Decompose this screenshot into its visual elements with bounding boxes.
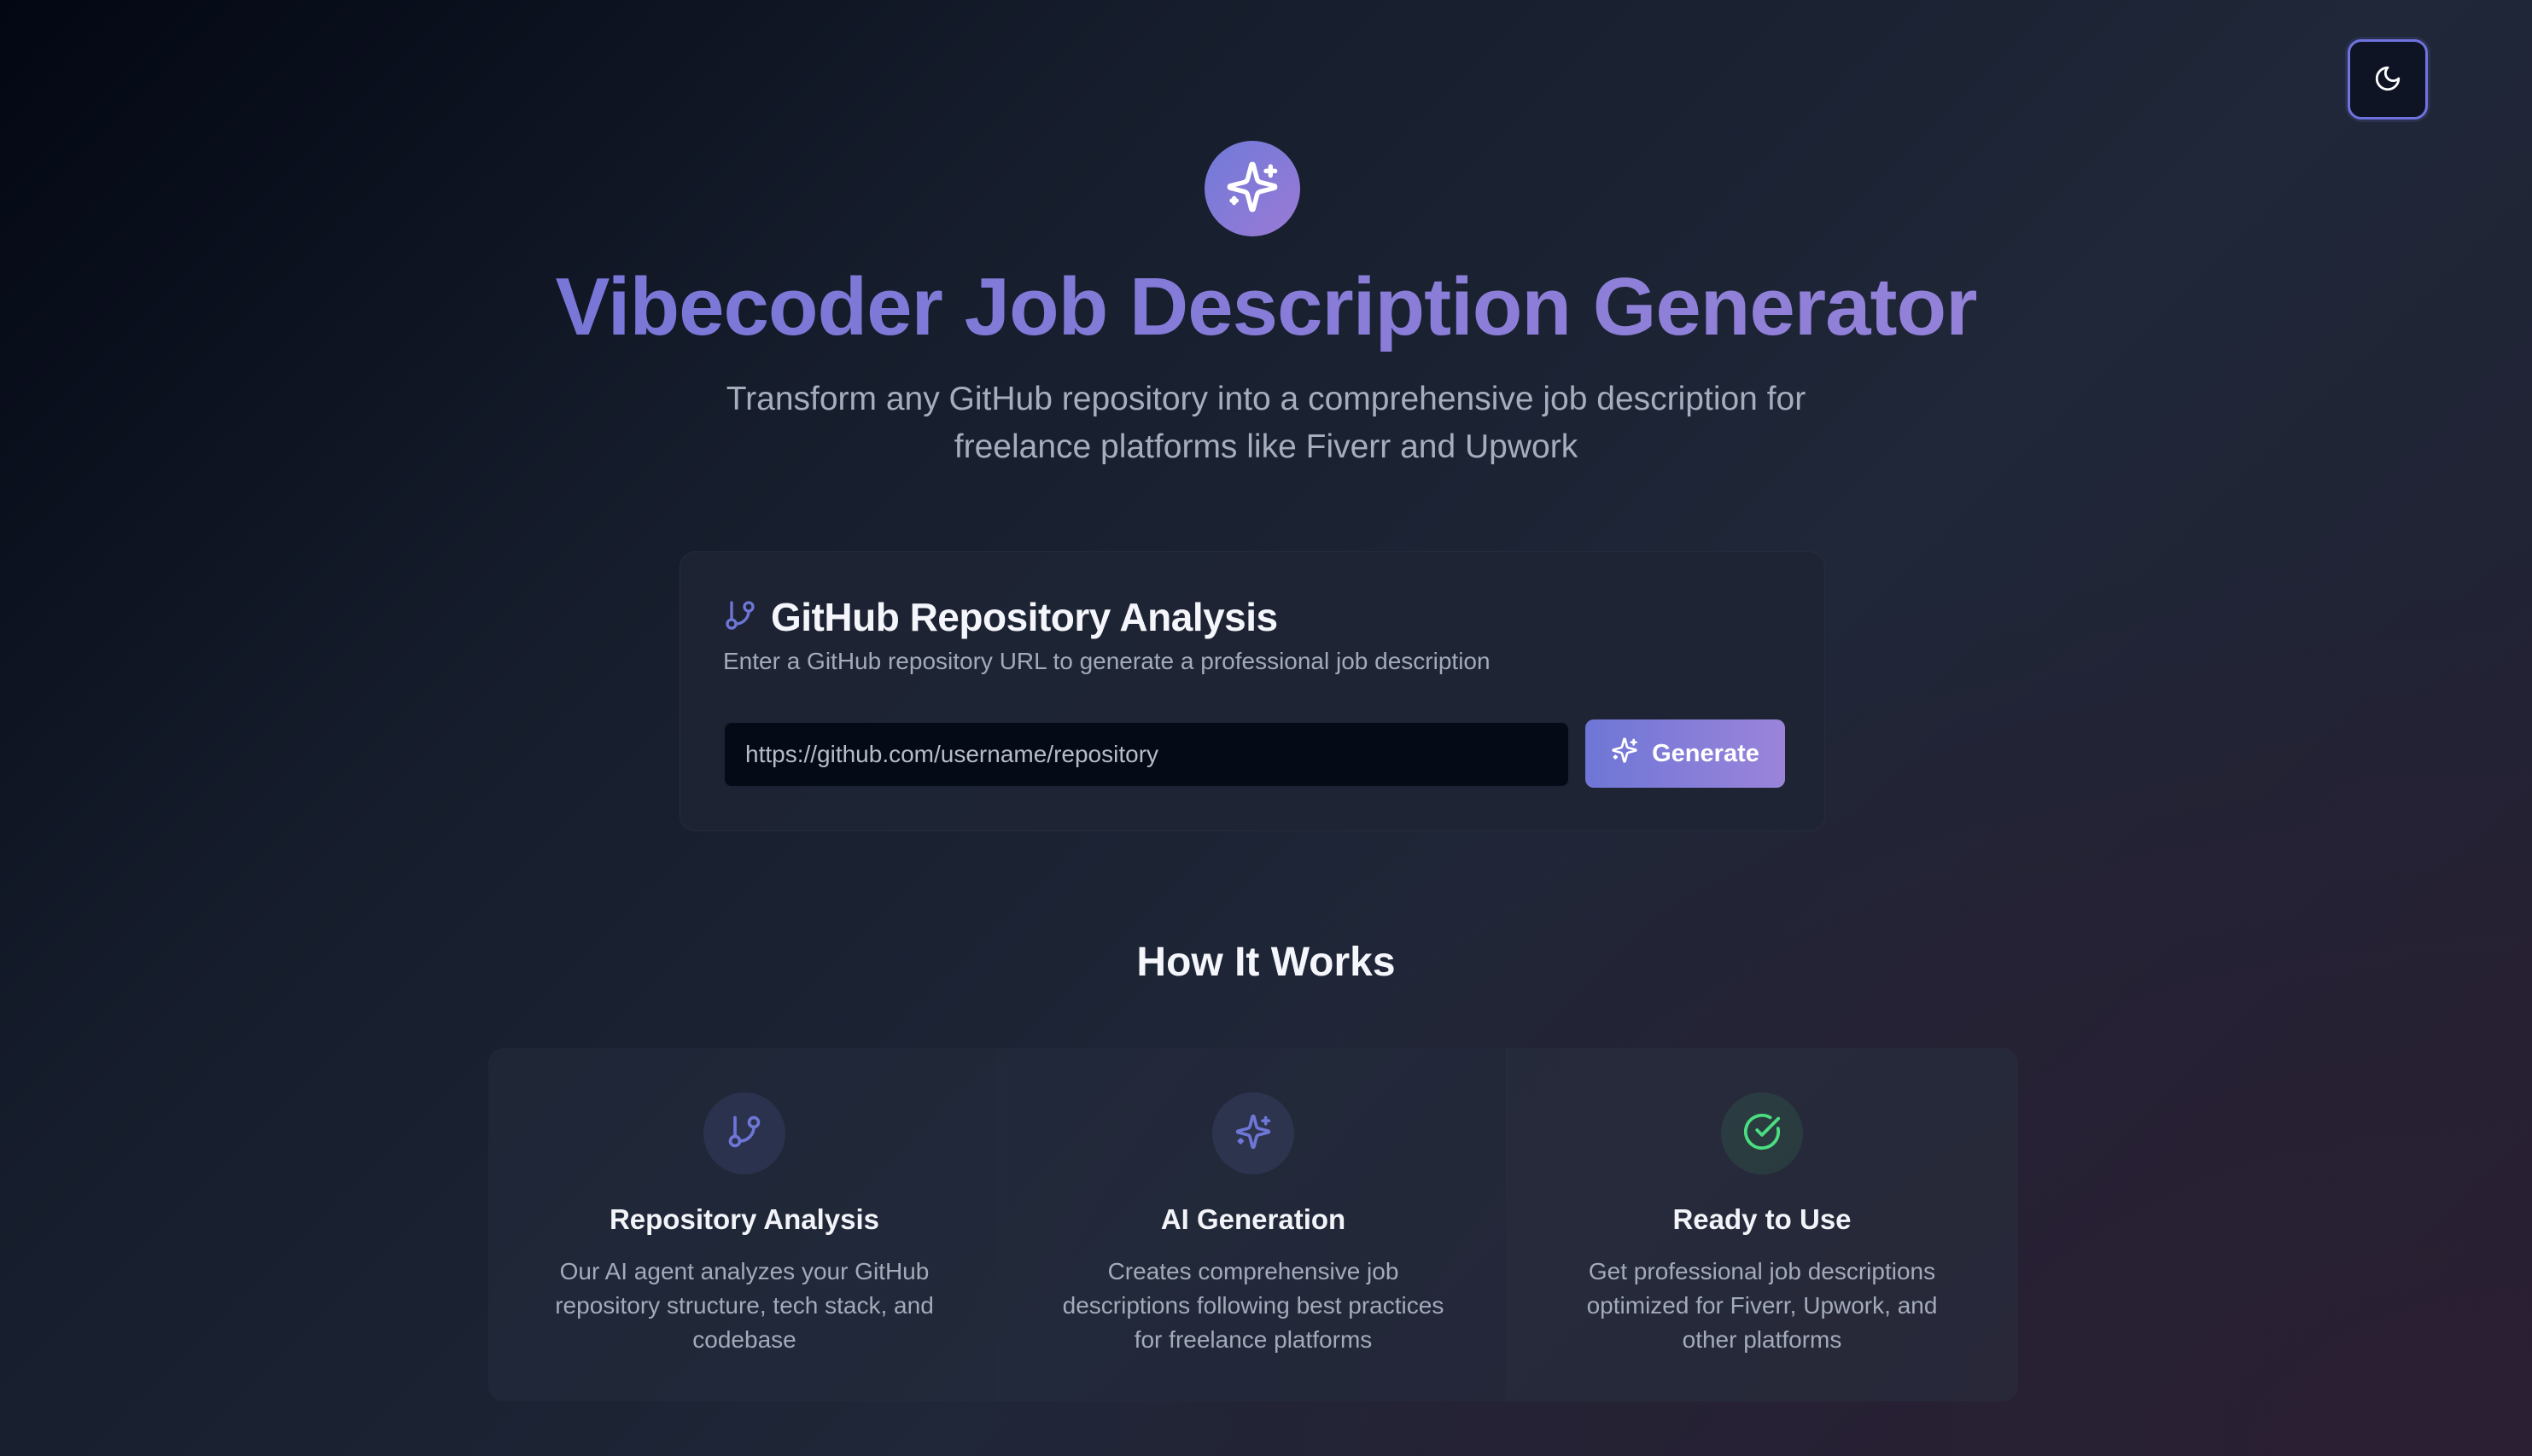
features-grid: Repository Analysis Our AI agent analyze… [488, 1048, 2018, 1401]
sparkles-icon [1225, 160, 1280, 218]
card-description: Enter a GitHub repository URL to generat… [723, 648, 1491, 674]
feature-text: Creates comprehensive job descriptions f… [1062, 1258, 1444, 1353]
feature-title: Repository Analysis [609, 1203, 880, 1235]
theme-toggle-button[interactable] [2348, 39, 2428, 119]
sparkles-icon [1234, 1113, 1272, 1155]
feature-card-ai-generation: AI Generation Creates comprehensive job … [997, 1048, 1509, 1401]
feature-title: Ready to Use [1672, 1203, 1852, 1235]
card-title: GitHub Repository Analysis [771, 595, 1278, 639]
card-header: GitHub Repository Analysis [723, 591, 1278, 643]
sparkles-icon [1611, 737, 1638, 771]
feature-icon-wrapper [1212, 1092, 1294, 1174]
check-circle-icon [1742, 1112, 1782, 1156]
feature-title: AI Generation [1160, 1203, 1346, 1235]
feature-card-ready-to-use: Ready to Use Get professional job descri… [1506, 1048, 2018, 1401]
git-branch-icon [726, 1113, 763, 1155]
git-branch-icon [723, 598, 757, 637]
generate-button[interactable]: Generate [1585, 719, 1785, 788]
feature-icon-wrapper [1721, 1092, 1803, 1174]
feature-card-repository-analysis: Repository Analysis Our AI agent analyze… [488, 1048, 1001, 1401]
app-logo [1205, 141, 1300, 236]
feature-text: Our AI agent analyzes your GitHub reposi… [555, 1258, 934, 1353]
page-subtitle: Transform any GitHub repository into a c… [726, 381, 1806, 465]
moon-icon [2373, 64, 2402, 96]
page-title: Vibecoder Job Description Generator [0, 256, 2532, 358]
how-it-works-title: How It Works [1136, 940, 1396, 985]
repository-url-input[interactable] [723, 721, 1570, 788]
feature-text: Get professional job descriptions optimi… [1586, 1258, 1938, 1353]
repository-analysis-card: GitHub Repository Analysis Enter a GitHu… [680, 551, 1825, 831]
generate-button-label: Generate [1652, 739, 1759, 767]
feature-icon-wrapper [703, 1092, 785, 1174]
